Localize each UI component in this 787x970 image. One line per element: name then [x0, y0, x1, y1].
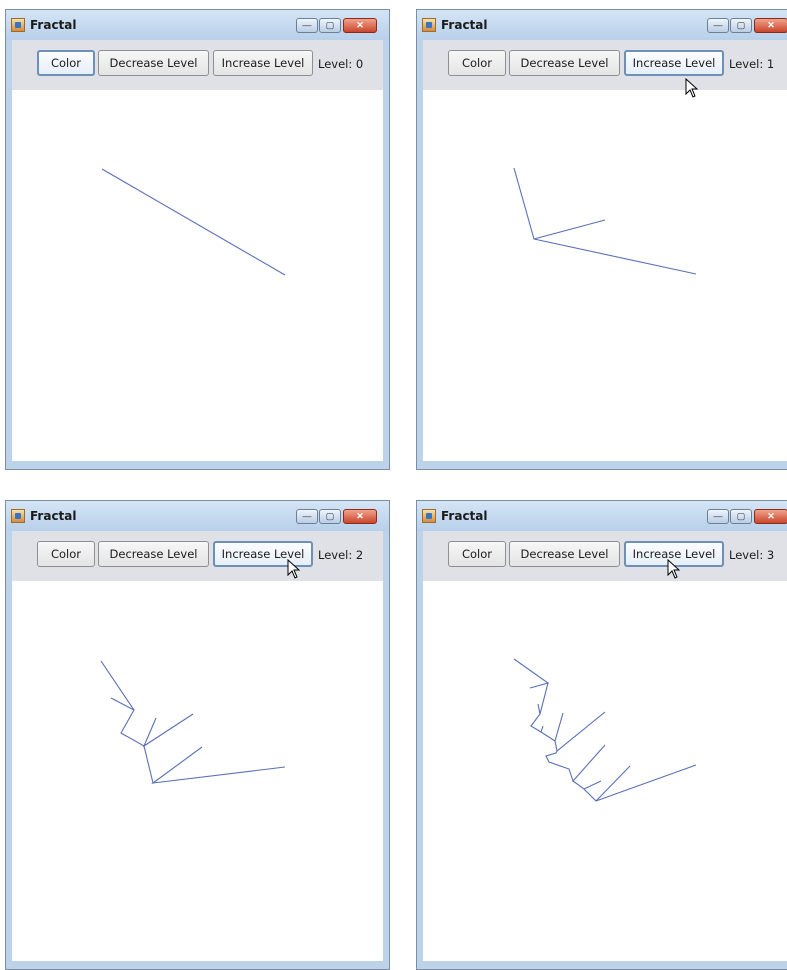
- maximize-icon[interactable]: ▢: [730, 18, 752, 33]
- color-button[interactable]: Color: [37, 541, 95, 567]
- java-coffee-icon: [11, 509, 25, 523]
- window-title: Fractal: [441, 509, 488, 523]
- fractal-canvas[interactable]: [12, 90, 383, 461]
- color-button[interactable]: Color: [448, 50, 506, 76]
- level-label: Level: 0: [318, 57, 364, 71]
- color-button[interactable]: Color: [37, 50, 95, 76]
- fractal-curve: [513, 167, 697, 275]
- title-bar[interactable]: Fractal — ▢ ✕: [6, 10, 389, 40]
- fractal-window-level-1: Fractal — ▢ ✕ Color Decrease Level Incre…: [416, 9, 787, 470]
- title-bar[interactable]: Fractal — ▢ ✕: [417, 501, 787, 531]
- level-label: Level: 2: [318, 548, 364, 562]
- close-icon[interactable]: ✕: [343, 509, 377, 524]
- level-label: Level: 1: [729, 57, 775, 71]
- increase-level-button[interactable]: Increase Level: [624, 541, 724, 567]
- minimize-icon[interactable]: —: [707, 509, 729, 524]
- window-title: Fractal: [30, 18, 77, 32]
- increase-level-button[interactable]: Increase Level: [624, 50, 724, 76]
- fractal-canvas[interactable]: [12, 581, 383, 961]
- window-title: Fractal: [441, 18, 488, 32]
- close-icon[interactable]: ✕: [754, 18, 787, 33]
- minimize-icon[interactable]: —: [296, 18, 318, 33]
- fractal-curve: [513, 658, 697, 802]
- fractal-window-level-0: Fractal — ▢ ✕ Color Decrease Level Incre…: [5, 9, 390, 470]
- close-icon[interactable]: ✕: [754, 509, 787, 524]
- fractal-drawing: [100, 660, 286, 784]
- decrease-level-button[interactable]: Decrease Level: [98, 541, 209, 567]
- maximize-icon[interactable]: ▢: [319, 509, 341, 524]
- java-coffee-icon: [11, 18, 25, 32]
- maximize-icon[interactable]: ▢: [319, 18, 341, 33]
- decrease-level-button[interactable]: Decrease Level: [98, 50, 209, 76]
- java-coffee-icon: [422, 509, 436, 523]
- toolbar: Color Decrease Level Increase Level Leve…: [12, 531, 383, 581]
- decrease-level-button[interactable]: Decrease Level: [509, 50, 620, 76]
- increase-level-button[interactable]: Increase Level: [213, 541, 313, 567]
- close-icon[interactable]: ✕: [343, 18, 377, 33]
- toolbar: Color Decrease Level Increase Level Leve…: [423, 40, 787, 90]
- title-bar[interactable]: Fractal — ▢ ✕: [417, 10, 787, 40]
- toolbar: Color Decrease Level Increase Level Leve…: [423, 531, 787, 581]
- level-label: Level: 3: [729, 548, 775, 562]
- java-coffee-icon: [422, 18, 436, 32]
- fractal-window-level-2: Fractal — ▢ ✕ Color Decrease Level Incre…: [5, 500, 390, 970]
- toolbar: Color Decrease Level Increase Level Leve…: [12, 40, 383, 90]
- fractal-drawing: [101, 168, 286, 276]
- fractal-curve: [101, 168, 286, 276]
- fractal-canvas[interactable]: [423, 90, 787, 461]
- window-title: Fractal: [30, 509, 77, 523]
- minimize-icon[interactable]: —: [707, 18, 729, 33]
- minimize-icon[interactable]: —: [296, 509, 318, 524]
- fractal-window-level-3: Fractal — ▢ ✕ Color Decrease Level Incre…: [416, 500, 787, 970]
- title-bar[interactable]: Fractal — ▢ ✕: [6, 501, 389, 531]
- fractal-canvas[interactable]: [423, 581, 787, 961]
- increase-level-button[interactable]: Increase Level: [213, 50, 313, 76]
- maximize-icon[interactable]: ▢: [730, 509, 752, 524]
- color-button[interactable]: Color: [448, 541, 506, 567]
- fractal-drawing: [513, 167, 697, 275]
- fractal-drawing: [513, 658, 697, 802]
- fractal-curve: [100, 660, 286, 784]
- decrease-level-button[interactable]: Decrease Level: [509, 541, 620, 567]
